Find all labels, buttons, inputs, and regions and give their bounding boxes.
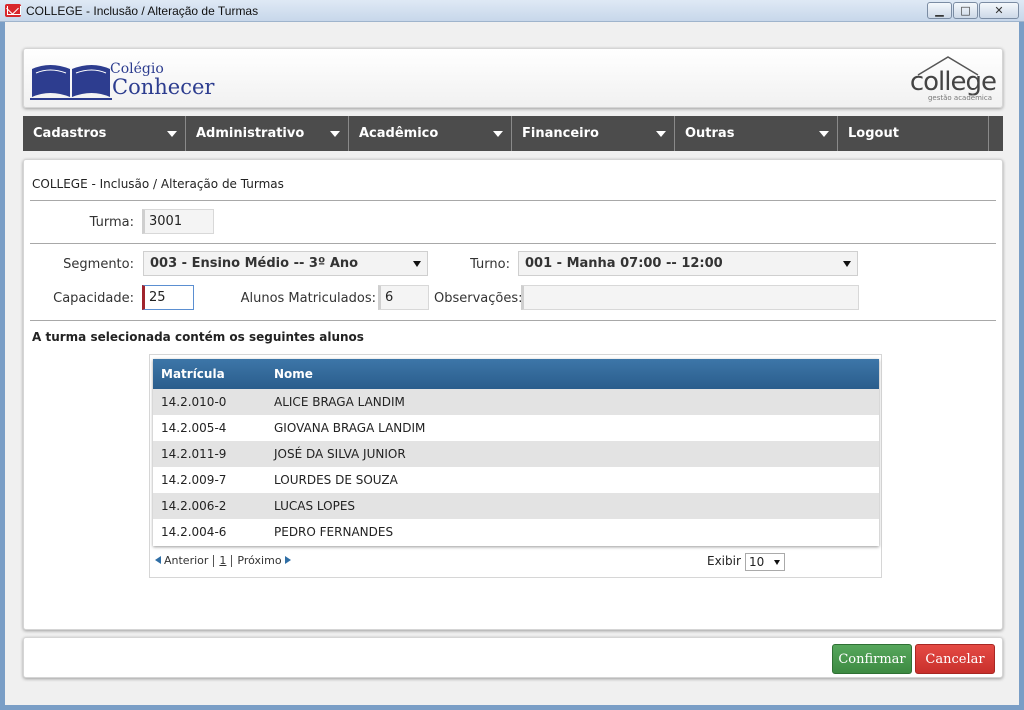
chevron-down-icon [330, 131, 340, 137]
main-menu: Cadastros Administrativo Acadêmico Finan… [23, 116, 1003, 151]
page-size-select[interactable]: 10 [745, 553, 785, 571]
segmento-label: Segmento: [63, 257, 134, 272]
footer-actions: Confirmar Cancelar [23, 637, 1003, 678]
turno-label: Turno: [470, 257, 510, 272]
students-table: Matrícula Nome 14.2.010-0 ALICE BRAGA LA… [153, 359, 879, 546]
brand-line2: Conhecer [112, 75, 215, 99]
table-row[interactable]: 14.2.011-9 JOSÉ DA SILVA JUNIOR [153, 441, 879, 467]
arrow-left-icon [155, 556, 161, 564]
window-client: Colégio Conhecer college gestão acadêmic… [5, 22, 1019, 705]
page-size-label: Exibir [707, 554, 741, 568]
menu-logout[interactable]: Logout [838, 116, 989, 151]
table-row[interactable]: 14.2.005-4 GIOVANA BRAGA LANDIM [153, 415, 879, 441]
menu-label: Outras [685, 126, 735, 141]
menu-label: Financeiro [522, 126, 599, 141]
header-banner: Colégio Conhecer college gestão acadêmic… [23, 48, 1003, 108]
form-panel: COLLEGE - Inclusão / Alteração de Turmas… [23, 159, 1003, 630]
confirm-button[interactable]: Confirmar [832, 644, 912, 674]
turma-label: Turma: [89, 215, 134, 230]
window-titlebar: COLLEGE - Inclusão / Alteração de Turmas… [0, 0, 1024, 22]
menu-label: Acadêmico [359, 126, 439, 141]
divider [30, 243, 996, 244]
chevron-down-icon [167, 131, 177, 137]
next-page-link[interactable]: Próximo [237, 554, 291, 567]
cell-nome: PEDRO FERNANDES [274, 525, 394, 539]
menu-label: Administrativo [196, 126, 305, 141]
divider [30, 200, 996, 201]
close-button[interactable]: ✕ [979, 2, 1019, 19]
college-logo-subtitle: gestão acadêmica [927, 94, 992, 102]
segmento-select[interactable]: 003 - Ensino Médio -- 3º Ano [143, 251, 428, 276]
previous-page-link[interactable]: Anterior [155, 554, 208, 567]
cell-nome: LOURDES DE SOUZA [274, 473, 398, 487]
menu-label: Cadastros [33, 126, 107, 141]
chevron-down-icon [774, 560, 780, 565]
column-header-matricula[interactable]: Matrícula [161, 367, 225, 381]
pager-separator [213, 555, 215, 567]
window-title: COLLEGE - Inclusão / Alteração de Turmas [26, 4, 259, 18]
cell-matricula: 14.2.004-6 [161, 525, 227, 539]
turma-field[interactable]: 3001 [142, 209, 214, 234]
chevron-down-icon [493, 131, 503, 137]
cell-matricula: 14.2.005-4 [161, 421, 227, 435]
segmento-value: 003 - Ensino Médio -- 3º Ano [150, 256, 359, 271]
observacoes-label: Observações: [434, 291, 523, 306]
cell-matricula: 14.2.010-0 [161, 395, 227, 409]
menu-cadastros[interactable]: Cadastros [23, 116, 186, 151]
chevron-down-icon [656, 131, 666, 137]
cell-matricula: 14.2.009-7 [161, 473, 227, 487]
college-logo-text: college [909, 67, 997, 97]
cell-nome: ALICE BRAGA LANDIM [274, 395, 405, 409]
cell-nome: GIOVANA BRAGA LANDIM [274, 421, 426, 435]
cancel-button[interactable]: Cancelar [915, 644, 995, 674]
page-title: COLLEGE - Inclusão / Alteração de Turmas [32, 177, 284, 191]
students-section-title: A turma selecionada contém os seguintes … [32, 330, 364, 344]
book-logo-icon [30, 65, 112, 100]
page-size-value: 10 [749, 555, 765, 569]
table-header: Matrícula Nome [153, 359, 879, 389]
column-header-nome[interactable]: Nome [274, 367, 313, 381]
alunos-matriculados-label: Alunos Matriculados: [240, 291, 376, 306]
cell-nome: JOSÉ DA SILVA JUNIOR [274, 447, 406, 461]
menu-academico[interactable]: Acadêmico [349, 116, 512, 151]
pagination: Anterior 1 Próximo [155, 554, 291, 567]
arrow-right-icon [284, 556, 291, 564]
cell-matricula: 14.2.011-9 [161, 447, 227, 461]
mail-icon [5, 4, 21, 17]
table-row[interactable]: 14.2.006-2 LUCAS LOPES [153, 493, 879, 519]
turno-value: 001 - Manha 07:00 -- 12:00 [525, 256, 723, 271]
chevron-down-icon [819, 131, 829, 137]
page-number-link[interactable]: 1 [219, 554, 226, 567]
maximize-button[interactable]: □ [953, 2, 978, 19]
capacidade-input[interactable]: 25 [142, 285, 194, 310]
next-label: Próximo [237, 554, 282, 567]
menu-label: Logout [848, 126, 899, 141]
observacoes-input[interactable] [521, 285, 859, 310]
table-row[interactable]: 14.2.009-7 LOURDES DE SOUZA [153, 467, 879, 493]
cell-nome: LUCAS LOPES [274, 499, 356, 513]
menu-financeiro[interactable]: Financeiro [512, 116, 675, 151]
table-row[interactable]: 14.2.004-6 PEDRO FERNANDES [153, 519, 879, 545]
students-table-container: Matrícula Nome 14.2.010-0 ALICE BRAGA LA… [149, 354, 882, 578]
previous-label: Anterior [164, 554, 209, 567]
capacidade-label: Capacidade: [53, 291, 134, 306]
turno-select[interactable]: 001 - Manha 07:00 -- 12:00 [518, 251, 858, 276]
chevron-down-icon [413, 261, 421, 267]
divider [30, 320, 996, 321]
minimize-button[interactable]: ▁ [927, 2, 952, 19]
pager-separator [231, 555, 233, 567]
table-row[interactable]: 14.2.010-0 ALICE BRAGA LANDIM [153, 389, 879, 415]
cell-matricula: 14.2.006-2 [161, 499, 227, 513]
menu-outras[interactable]: Outras [675, 116, 838, 151]
alunos-matriculados-field: 6 [378, 285, 429, 310]
menu-administrativo[interactable]: Administrativo [186, 116, 349, 151]
chevron-down-icon [843, 261, 851, 267]
